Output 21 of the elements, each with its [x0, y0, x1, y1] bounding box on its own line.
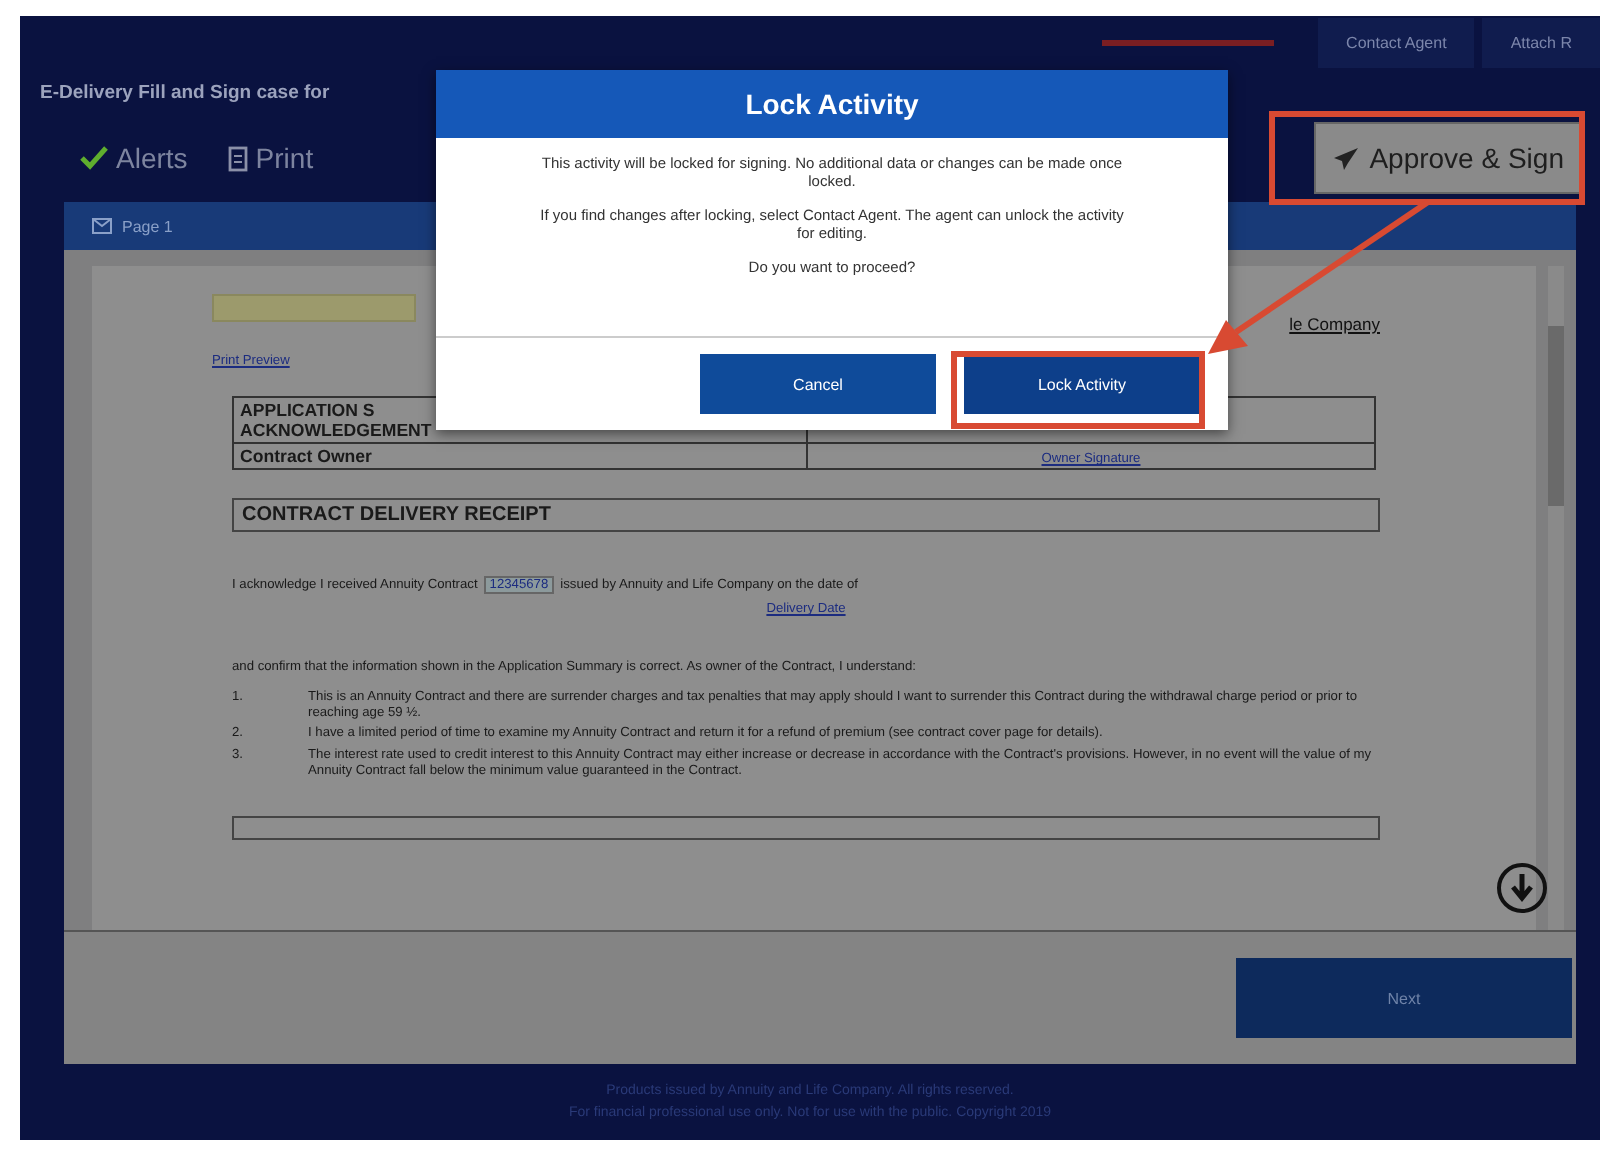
scrollbar[interactable]: [1548, 266, 1564, 930]
scroll-down-icon[interactable]: [1496, 862, 1548, 914]
cancel-button[interactable]: Cancel: [700, 354, 936, 414]
nav-tab[interactable]: Contact Agent: [1318, 17, 1475, 67]
document-icon: [227, 145, 248, 171]
next-button[interactable]: Next: [1236, 958, 1572, 1038]
table-cell: Contract Owner: [233, 443, 807, 469]
input-field[interactable]: [212, 294, 416, 322]
check-icon: [80, 146, 108, 170]
approve-sign-button[interactable]: Approve & Sign: [1313, 122, 1582, 194]
envelope-icon: [92, 218, 112, 234]
send-icon: [1331, 145, 1360, 171]
nav-tab[interactable]: Attach R: [1482, 17, 1600, 67]
section-heading: CONTRACT DELIVERY RECEIPT: [232, 498, 1380, 532]
lock-activity-button[interactable]: Lock Activity: [964, 354, 1200, 414]
panel-title: Page 1: [122, 217, 173, 235]
page-title: E-Delivery Fill and Sign case for: [40, 82, 330, 104]
print-button[interactable]: Print: [227, 142, 314, 174]
company-link[interactable]: le Company: [1289, 314, 1380, 334]
dialog-title: Lock Activity: [436, 70, 1228, 138]
alerts-button[interactable]: Alerts: [80, 142, 188, 174]
